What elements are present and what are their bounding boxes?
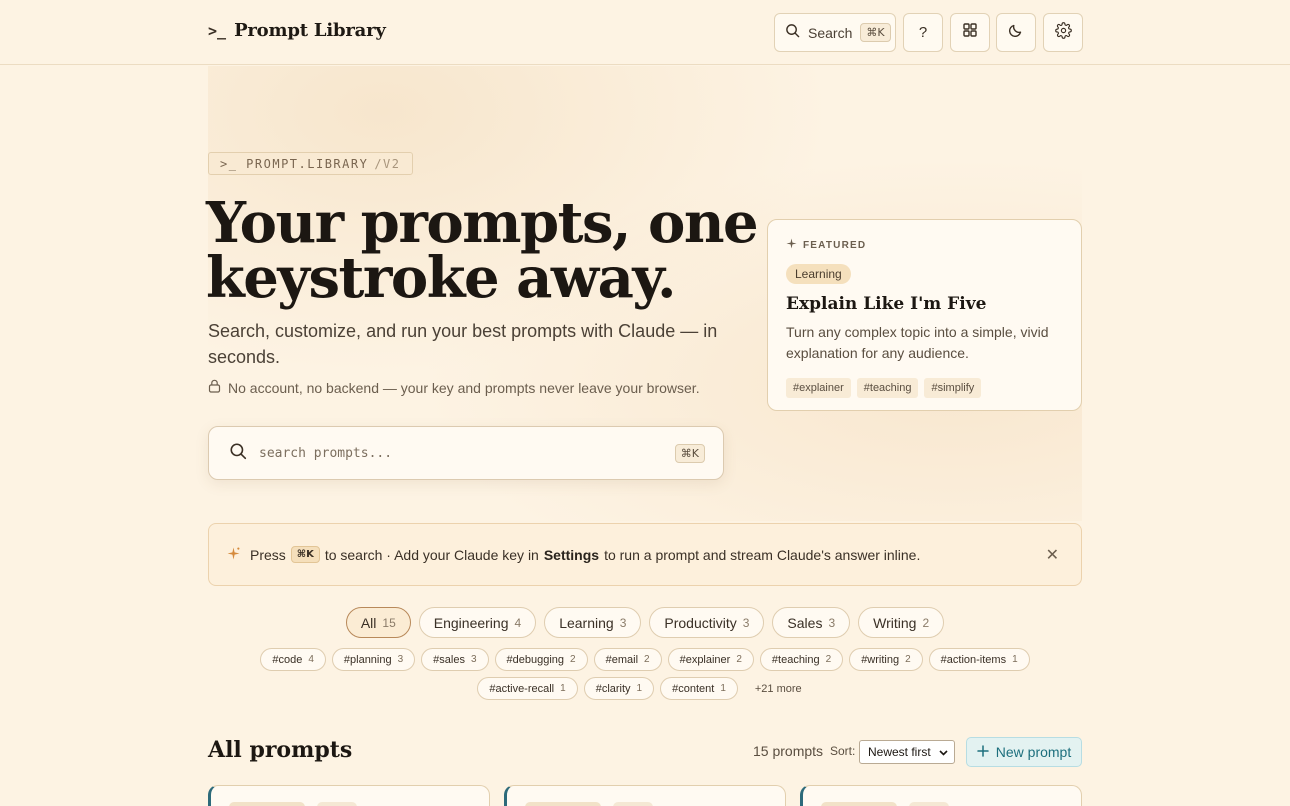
featured-tag: #teaching <box>856 378 919 398</box>
card-category-placeholder <box>525 802 601 806</box>
category-pill-sales[interactable]: Sales 3 <box>772 607 851 638</box>
tip-message: Press ⌘K to search · Add your Claude key… <box>250 546 921 563</box>
chevron-down-icon <box>939 745 948 759</box>
tag-chip[interactable]: #active-recall 1 <box>477 677 578 700</box>
view-toggle-button[interactable] <box>950 13 990 52</box>
search-input[interactable] <box>259 445 663 461</box>
prompt-card[interactable] <box>504 785 786 806</box>
tag-filter-row-1: #code 4 #planning 3 #sales 3 #debugging 2 #e… <box>0 648 1290 671</box>
card-meta-placeholder <box>613 802 653 806</box>
tag-chip[interactable]: #email 2 <box>593 648 662 671</box>
category-filter: All 15 Engineering 4 Learning 3 Productivit… <box>0 607 1290 638</box>
tag-chip[interactable]: #explainer 2 <box>667 648 754 671</box>
card-category-placeholder <box>821 802 897 806</box>
category-pill-learning[interactable]: Learning 3 <box>544 607 642 638</box>
featured-label: FEATURED <box>786 238 1063 252</box>
featured-tag: #explainer <box>786 378 851 398</box>
search-icon <box>229 442 247 465</box>
tag-chip[interactable]: #writing 2 <box>849 648 923 671</box>
sparkle-icon <box>227 547 240 563</box>
hero-headline: Your prompts, one keystroke away. <box>206 190 759 311</box>
category-pill-engineering[interactable]: Engineering 4 <box>418 607 537 638</box>
new-prompt-label: New prompt <box>995 744 1072 760</box>
more-tags-button[interactable]: +21 more <box>744 677 813 700</box>
brand[interactable]: >_ Prompt Library <box>208 20 386 41</box>
plus-icon <box>977 744 989 760</box>
privacy-note: No account, no backend — your key and pr… <box>208 379 700 396</box>
search-shortcut-badge: ⌘K <box>674 443 705 463</box>
sparkle-icon <box>786 238 797 252</box>
hero-subhead: Search, customize, and run your best pro… <box>208 321 718 367</box>
moon-icon <box>1008 22 1024 43</box>
featured-tag: #simplify <box>924 378 982 398</box>
card-meta-placeholder <box>909 802 949 806</box>
sort-value: Newest first <box>868 745 931 759</box>
tag-filter-row-2: #active-recall 1 #clarity 1 #content 1 +21 … <box>0 677 1290 700</box>
header-search-button[interactable]: Search ⌘K <box>774 13 896 52</box>
card-meta-placeholder <box>317 802 357 806</box>
featured-title: Explain Like I'm Five <box>786 294 987 314</box>
search-shortcut: ⌘K <box>860 23 891 42</box>
version-tagline: >_ PROMPT.LIBRARY /V2 <box>208 152 413 175</box>
brand-name: Prompt Library <box>234 20 386 41</box>
prompt-count: 15 prompts <box>753 743 824 759</box>
prompt-card[interactable] <box>208 785 490 806</box>
theme-toggle-button[interactable] <box>996 13 1036 52</box>
top-bar: >_ Prompt Library Search ⌘K ? <box>0 0 1290 65</box>
tag-chip[interactable]: #planning 3 <box>331 648 416 671</box>
tag-chip[interactable]: #code 4 <box>260 648 326 671</box>
help-button[interactable]: ? <box>903 13 943 52</box>
category-pill-writing[interactable]: Writing 2 <box>858 607 945 638</box>
category-pill-productivity[interactable]: Productivity 3 <box>649 607 765 638</box>
featured-description: Turn any complex topic into a simple, vi… <box>786 324 1049 361</box>
prompt-card[interactable] <box>800 785 1082 806</box>
section-title: All prompts <box>208 737 353 763</box>
tip-settings-link[interactable]: Settings <box>544 547 599 563</box>
privacy-text: No account, no backend — your key and pr… <box>228 379 700 396</box>
tip-banner: Press ⌘K to search · Add your Claude key… <box>208 523 1082 586</box>
category-pill-all[interactable]: All 15 <box>345 607 411 638</box>
tag-chip[interactable]: #sales 3 <box>421 648 489 671</box>
featured-prompt-card[interactable]: FEATURED Learning Explain Like I'm Five … <box>767 219 1082 411</box>
new-prompt-button[interactable]: New prompt <box>966 737 1082 767</box>
tag-chip[interactable]: #clarity 1 <box>583 677 655 700</box>
tagline-main: >_ PROMPT.LIBRARY <box>220 156 369 171</box>
settings-button[interactable] <box>1043 13 1083 52</box>
search-icon <box>785 23 800 43</box>
tag-chip[interactable]: #action-items 1 <box>928 648 1030 671</box>
tag-chip[interactable]: #teaching 2 <box>759 648 844 671</box>
close-icon[interactable]: ✕ <box>1046 545 1059 565</box>
card-category-placeholder <box>229 802 305 806</box>
sort-select[interactable]: Newest first <box>859 740 955 764</box>
tip-shortcut: ⌘K <box>290 546 320 563</box>
grid-icon <box>962 22 978 43</box>
gear-icon <box>1054 21 1072 44</box>
tagline-version: /V2 <box>374 156 401 171</box>
tag-chip[interactable]: #content 1 <box>660 677 738 700</box>
sort-label: Sort: <box>830 744 856 758</box>
search-label: Search <box>808 24 853 41</box>
lock-icon <box>208 379 221 396</box>
terminal-icon: >_ <box>208 21 227 40</box>
featured-category: Learning <box>786 264 851 284</box>
featured-tags: #explainer #teaching #simplify <box>786 378 1063 398</box>
tag-chip[interactable]: #debugging 2 <box>494 648 588 671</box>
hero-search-box[interactable]: ⌘K <box>208 426 724 480</box>
help-icon: ? <box>918 24 928 41</box>
